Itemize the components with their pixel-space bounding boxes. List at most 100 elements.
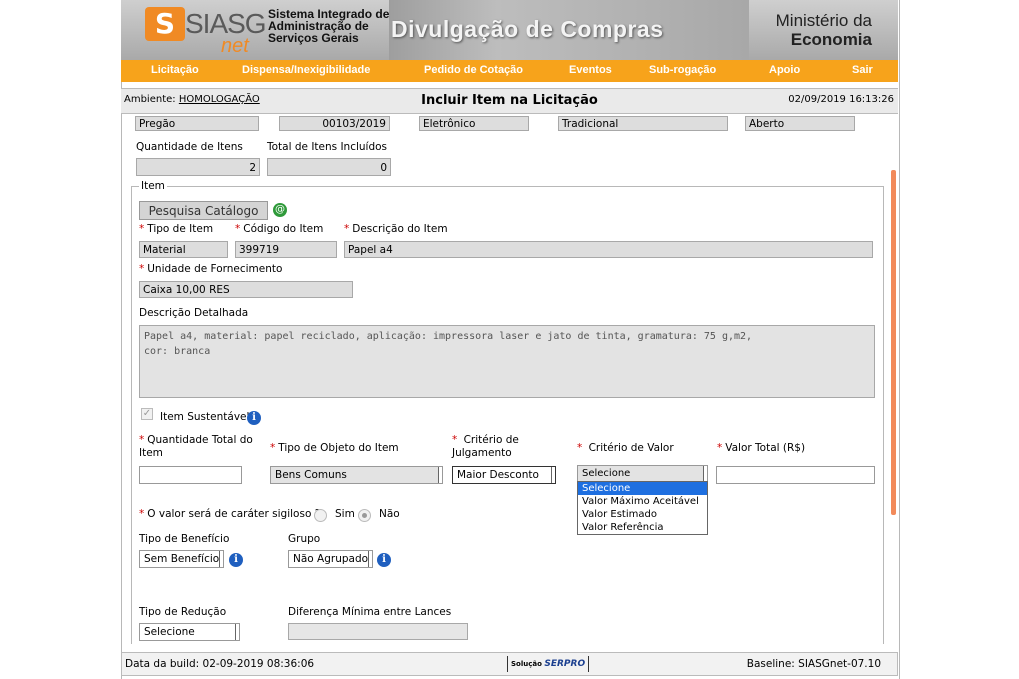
- logo-sub-text: net: [221, 35, 249, 57]
- criterio-julgamento-label-text2: Julgamento: [452, 447, 512, 459]
- criterio-valor-option-selecione[interactable]: Selecione: [578, 482, 707, 495]
- descricao-detalhada-line1: Papel a4, material: papel reciclado, apl…: [144, 331, 753, 342]
- page-title: Incluir Item na Licitação: [421, 93, 598, 108]
- valor-total-label-text: Valor Total (R$): [725, 442, 806, 454]
- status-datetime: 02/09/2019 16:13:26: [788, 94, 894, 105]
- criterio-valor-dropdown: Selecione Valor Máximo Aceitável Valor E…: [577, 481, 708, 535]
- unidade-field: Caixa 10,00 RES: [139, 281, 353, 298]
- main-content: Pregão 00103/2019 Eletrônico Tradicional…: [122, 116, 897, 644]
- banner-title-area: Divulgação de Compras: [389, 0, 749, 60]
- sustentavel-label: Item Sustentável: [160, 411, 250, 423]
- unidade-label-text: Unidade de Fornecimento: [147, 263, 283, 275]
- qtd-total-label-text2: Item: [139, 447, 163, 459]
- vertical-scrollbar[interactable]: [891, 170, 896, 515]
- reducao-arrow-icon: [235, 624, 239, 640]
- menu-dispensa[interactable]: Dispensa/Inexigibilidade: [242, 64, 370, 76]
- ministry-line2: Economia: [790, 30, 872, 49]
- qtd-itens-field: 2: [136, 158, 260, 176]
- descricao-detalhada-label: Descrição Detalhada: [139, 307, 249, 319]
- menu-eventos[interactable]: Eventos: [569, 64, 612, 76]
- header-banner: S SIASG net Sistema Integrado de Adminis…: [121, 0, 898, 61]
- siasg-logo[interactable]: S SIASG net: [145, 7, 267, 57]
- beneficio-select[interactable]: Sem Benefício: [139, 550, 224, 568]
- total-incluidos-field: 0: [267, 158, 391, 176]
- menu-apoio[interactable]: Apoio: [769, 64, 800, 76]
- system-name: Sistema Integrado de Administração de Se…: [268, 7, 390, 45]
- qtd-total-label-text1: Quantidade Total do: [147, 434, 253, 446]
- beneficio-info-icon[interactable]: i: [229, 553, 243, 567]
- criterio-julgamento-select[interactable]: Maior Desconto: [452, 466, 556, 484]
- codigo-item-label-text: Código do Item: [243, 223, 324, 235]
- valor-total-input[interactable]: [716, 466, 875, 484]
- sigiloso-label: * O valor será de caráter sigiloso ?: [139, 508, 321, 520]
- codigo-item-field: 399719: [235, 241, 337, 258]
- criterio-valor-option-maximo[interactable]: Valor Máximo Aceitável: [578, 495, 707, 508]
- status-bar: Ambiente: HOMOLOGAÇÃO Incluir Item na Li…: [121, 88, 898, 114]
- criterio-julgamento-value: Maior Desconto: [457, 469, 539, 481]
- beneficio-label: Tipo de Benefício: [139, 533, 230, 545]
- item-legend: Item: [139, 180, 167, 192]
- qtd-total-input[interactable]: [139, 466, 242, 484]
- descricao-detalhada-textarea[interactable]: Papel a4, material: papel reciclado, apl…: [139, 325, 875, 398]
- forma-field: Eletrônico: [419, 116, 529, 131]
- modalidade-field: Pregão: [135, 116, 259, 131]
- sigiloso-sim-label: Sim: [335, 508, 355, 520]
- pesquisa-catalogo-button[interactable]: Pesquisa Catálogo: [139, 201, 268, 220]
- grupo-arrow-icon: [368, 551, 372, 567]
- sigiloso-nao-radio[interactable]: [358, 509, 371, 522]
- criterio-valor-label-text: Critério de Valor: [588, 442, 674, 454]
- descricao-item-label: * Descrição do Item: [344, 223, 448, 235]
- ministry-name: Ministério da Economia: [776, 11, 872, 49]
- solucao-text: Solução: [511, 660, 542, 668]
- tipo-item-field: Material: [139, 241, 228, 258]
- build-date: Data da build: 02-09-2019 08:36:06: [125, 658, 315, 670]
- footer: Data da build: 02-09-2019 08:36:06 Soluç…: [121, 652, 898, 676]
- menu-pedido-cotacao[interactable]: Pedido de Cotação: [424, 64, 523, 76]
- logo-s-mark: S: [145, 7, 185, 41]
- criterio-valor-select[interactable]: Selecione: [577, 465, 708, 482]
- sigiloso-nao-label: Não: [379, 508, 400, 520]
- sigiloso-sim-radio[interactable]: [314, 509, 327, 522]
- reducao-label: Tipo de Redução: [139, 606, 227, 618]
- tipo-licitacao-field: Tradicional: [558, 116, 728, 131]
- beneficio-value: Sem Benefício: [144, 553, 220, 565]
- tipo-item-label-text: Tipo de Item: [147, 223, 214, 235]
- ministry-line1: Ministério da: [775, 11, 872, 30]
- sustentavel-info-icon[interactable]: i: [247, 411, 261, 425]
- tipo-objeto-label-text: Tipo de Objeto do Item: [278, 442, 399, 454]
- criterio-julgamento-label: * Critério de Julgamento: [452, 434, 519, 459]
- criterio-valor-option-referencia[interactable]: Valor Referência: [578, 521, 707, 534]
- serpro-logo: Solução SERPRO: [507, 656, 590, 672]
- numero-field: 00103/2019: [279, 116, 390, 131]
- situacao-field: Aberto: [745, 116, 855, 131]
- at-sign-icon[interactable]: @: [273, 203, 287, 217]
- grupo-value: Não Agrupado: [293, 553, 369, 565]
- menu-sub-rogacao[interactable]: Sub-rogação: [649, 64, 716, 76]
- qtd-total-label: * Quantidade Total do Item: [139, 434, 253, 459]
- codigo-item-label: * Código do Item: [235, 223, 324, 235]
- reducao-select[interactable]: Selecione: [139, 623, 240, 641]
- reducao-value: Selecione: [144, 626, 195, 638]
- descricao-item-label-text: Descrição do Item: [352, 223, 448, 235]
- diferenca-label: Diferença Mínima entre Lances: [288, 606, 452, 618]
- banner-title: Divulgação de Compras: [391, 16, 664, 42]
- tipo-item-label: * Tipo de Item: [139, 223, 214, 235]
- menu-licitacao[interactable]: Licitação: [151, 64, 199, 76]
- beneficio-arrow-icon: [219, 551, 223, 567]
- serpro-text: SERPRO: [544, 659, 586, 669]
- total-incluidos-label: Total de Itens Incluídos: [267, 141, 388, 153]
- criterio-valor-arrow-icon: [703, 466, 707, 481]
- tipo-objeto-select[interactable]: Bens Comuns: [270, 466, 443, 484]
- menu-sair[interactable]: Sair: [852, 64, 873, 76]
- criterio-valor-label: * Critério de Valor: [577, 442, 674, 454]
- criterio-valor-option-estimado[interactable]: Valor Estimado: [578, 508, 707, 521]
- grupo-select[interactable]: Não Agrupado: [288, 550, 373, 568]
- qtd-itens-label: Quantidade de Itens: [136, 141, 243, 153]
- criterio-julgamento-label-text1: Critério de: [463, 434, 519, 446]
- grupo-info-icon[interactable]: i: [377, 553, 391, 567]
- descricao-item-field: Papel a4: [344, 241, 873, 258]
- sustentavel-checkbox[interactable]: ✓: [141, 408, 153, 420]
- sigiloso-label-text: O valor será de caráter sigiloso ?: [147, 508, 321, 520]
- diferenca-field: [288, 623, 468, 640]
- tipo-objeto-label: * Tipo de Objeto do Item: [270, 442, 399, 454]
